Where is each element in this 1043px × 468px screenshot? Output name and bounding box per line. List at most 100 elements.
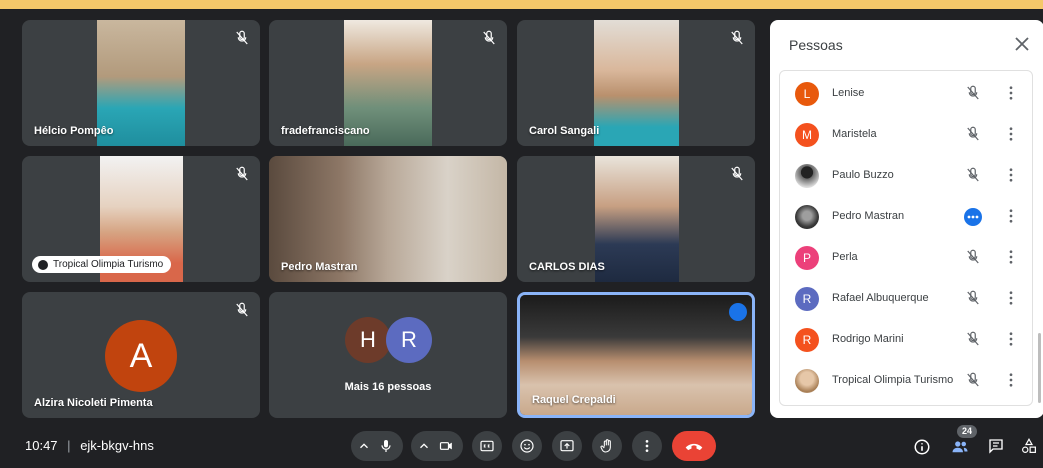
video-tile-self[interactable]: Raquel Crepaldi <box>517 292 755 418</box>
video-tile[interactable]: Pedro Mastran <box>269 156 507 282</box>
participant-name: Hélcio Pompêo <box>34 125 114 137</box>
muted-mic-icon <box>967 372 979 387</box>
top-banner-strip <box>0 0 1043 9</box>
avatar <box>795 205 819 229</box>
people-count-badge: 24 <box>957 425 977 438</box>
participant-name-pill: Tropical Olimpia Turismo <box>32 256 172 273</box>
chevron-up-icon[interactable] <box>357 439 371 453</box>
participant-row[interactable]: Paulo Buzzo <box>780 155 1032 196</box>
participant-row[interactable]: R Rodrigo Marini <box>780 319 1032 360</box>
people-icon[interactable] <box>950 438 970 456</box>
participant-name: Maristela <box>832 128 877 140</box>
avatar: R <box>795 287 819 311</box>
muted-mic-icon <box>967 249 979 264</box>
emoji-icon <box>520 439 534 453</box>
avatar: R <box>795 328 819 352</box>
more-options-icon[interactable] <box>1002 166 1020 184</box>
more-options-icon[interactable] <box>1002 207 1020 225</box>
end-call-icon <box>685 443 703 451</box>
captions-icon <box>480 440 494 452</box>
muted-mic-icon <box>236 302 248 317</box>
mic-icon[interactable] <box>378 438 394 454</box>
avatar: M <box>795 123 819 147</box>
camera-icon[interactable] <box>438 438 455 454</box>
scrollbar[interactable] <box>1038 333 1041 403</box>
emoji-button[interactable] <box>512 431 542 461</box>
end-call-button[interactable] <box>672 431 716 461</box>
participant-name: Pedro Mastran <box>281 261 358 273</box>
chat-icon[interactable] <box>987 437 1005 455</box>
avatar: P <box>795 246 819 270</box>
close-icon[interactable] <box>1010 32 1034 56</box>
more-options-icon[interactable] <box>1002 125 1020 143</box>
raise-hand-button[interactable] <box>592 431 622 461</box>
participant-name: Tropical Olimpia Turismo <box>832 374 954 386</box>
participant-name: fradefranciscano <box>281 125 370 137</box>
participant-video <box>594 20 679 146</box>
activities-icon[interactable] <box>1020 437 1038 455</box>
pin-icon <box>38 259 48 270</box>
participant-name: CARLOS DIAS <box>529 261 605 273</box>
chevron-up-icon[interactable] <box>417 439 431 453</box>
muted-mic-icon <box>731 30 743 45</box>
meeting-code: ejk-bkgv-hns <box>80 438 154 453</box>
speaking-indicator-icon <box>729 303 747 321</box>
participant-row[interactable]: P Perla <box>780 237 1032 278</box>
muted-mic-icon <box>967 331 979 346</box>
more-options-icon[interactable] <box>1002 289 1020 307</box>
participant-row[interactable]: Tropical Olimpia Turismo <box>780 360 1032 401</box>
video-tile[interactable]: Carol Sangali <box>517 20 755 146</box>
muted-mic-icon <box>967 290 979 305</box>
speaking-indicator-icon <box>964 208 982 226</box>
captions-button[interactable] <box>472 431 502 461</box>
more-options-icon <box>645 440 649 452</box>
more-options-button[interactable] <box>632 431 662 461</box>
avatar <box>795 369 819 393</box>
meeting-info: 10:47 | ejk-bkgv-hns <box>25 438 154 453</box>
participant-name: Rafael Albuquerque <box>832 292 929 304</box>
video-tile[interactable]: A Alzira Nicoleti Pimenta <box>22 292 260 418</box>
others-tile[interactable]: H R Mais 16 pessoas <box>269 292 507 418</box>
muted-mic-icon <box>236 166 248 181</box>
muted-mic-icon <box>967 85 979 100</box>
video-tile[interactable]: Hélcio Pompêo <box>22 20 260 146</box>
participant-row[interactable]: R Rafael Albuquerque <box>780 278 1032 319</box>
people-panel: Pessoas L Lenise M Maristela Paulo Buzzo… <box>770 20 1043 418</box>
video-tile[interactable]: Tropical Olimpia Turismo <box>22 156 260 282</box>
avatar: R <box>386 317 432 363</box>
participant-row[interactable]: M Maristela <box>780 114 1032 155</box>
participant-name: Paulo Buzzo <box>832 169 894 181</box>
muted-mic-icon <box>967 167 979 182</box>
participant-row[interactable]: Pedro Mastran <box>780 196 1032 237</box>
panel-title: Pessoas <box>789 37 843 53</box>
more-options-icon[interactable] <box>1002 84 1020 102</box>
avatar: L <box>795 82 819 106</box>
others-count-label: Mais 16 pessoas <box>344 381 432 393</box>
participant-list[interactable]: L Lenise M Maristela Paulo Buzzo Pedro M… <box>779 70 1033 406</box>
participant-name: Carol Sangali <box>529 125 600 137</box>
info-icon[interactable] <box>913 438 931 456</box>
more-options-icon[interactable] <box>1002 248 1020 266</box>
video-tile[interactable]: CARLOS DIAS <box>517 156 755 282</box>
raise-hand-icon <box>600 439 611 453</box>
more-options-icon[interactable] <box>1002 330 1020 348</box>
participant-name: Perla <box>832 251 858 263</box>
participant-name: Pedro Mastran <box>832 210 905 222</box>
camera-control[interactable] <box>411 431 463 461</box>
video-tile[interactable]: fradefranciscano <box>269 20 507 146</box>
present-button[interactable] <box>552 431 582 461</box>
avatar <box>795 164 819 188</box>
participant-row[interactable]: L Lenise <box>780 73 1032 114</box>
muted-mic-icon <box>731 166 743 181</box>
muted-mic-icon <box>236 30 248 45</box>
separator: | <box>67 438 71 453</box>
participant-video <box>595 156 679 282</box>
participant-name: Tropical Olimpia Turismo <box>53 259 164 270</box>
mic-control[interactable] <box>351 431 403 461</box>
participant-name: Lenise <box>832 87 865 99</box>
more-options-icon[interactable] <box>1002 371 1020 389</box>
clock: 10:47 <box>25 438 58 453</box>
participant-name: Rodrigo Marini <box>832 333 904 345</box>
muted-mic-icon <box>483 30 495 45</box>
avatar: A <box>105 320 177 392</box>
